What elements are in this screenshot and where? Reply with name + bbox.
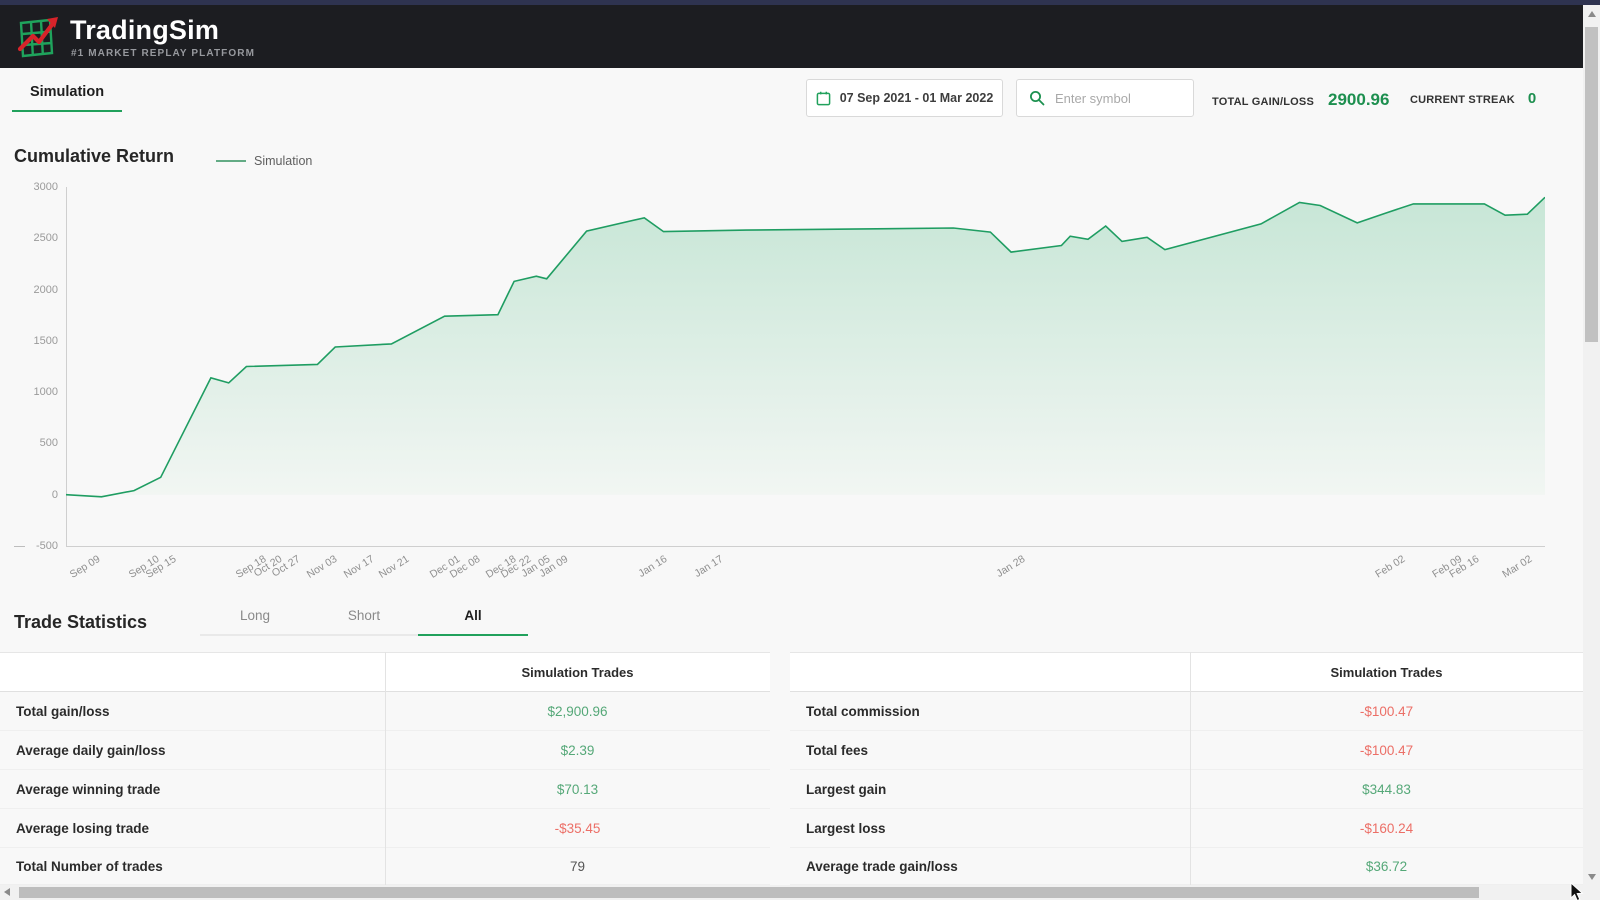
table-row-label: Largest loss	[790, 809, 1190, 848]
calendar-icon	[816, 91, 831, 106]
y-tick-label: 1500	[6, 335, 58, 347]
table-header: Simulation Trades	[385, 652, 770, 692]
table-row-value: $36.72	[1190, 848, 1583, 885]
tradingsim-logo-icon	[14, 13, 62, 61]
x-tick-label: Jan 28	[994, 553, 1027, 580]
table-row-value: -$160.24	[1190, 809, 1583, 848]
scroll-down-arrow-icon[interactable]	[1588, 874, 1596, 880]
current-streak-label: CURRENT STREAK	[1410, 94, 1515, 106]
date-range-picker[interactable]: 07 Sep 2021 - 01 Mar 2022	[806, 79, 1003, 117]
table-column-separator	[1190, 652, 1191, 885]
total-gain-value: 2900.96	[1328, 90, 1389, 110]
y-tick-label: 2500	[6, 232, 58, 244]
table-row-label: Total fees	[790, 731, 1190, 770]
table-column-separator	[385, 652, 386, 885]
x-tick-label: Nov 21	[377, 553, 412, 581]
x-tick-label: Nov 03	[305, 553, 340, 581]
scroll-up-arrow-icon[interactable]	[1588, 11, 1596, 17]
stats-tab-all[interactable]: All	[418, 608, 528, 634]
chart-legend: Simulation	[216, 154, 312, 168]
mouse-cursor	[1570, 882, 1584, 900]
table-row-value: -$100.47	[1190, 692, 1583, 731]
x-tick-label: Feb 02	[1373, 553, 1407, 581]
scrollbar-corner	[1583, 885, 1600, 900]
table-row-value: -$35.45	[385, 809, 770, 848]
table-header-blank	[790, 652, 1190, 692]
brand-name: TradingSim	[70, 15, 219, 46]
table-row-label: Average winning trade	[0, 770, 385, 809]
chart-title: Cumulative Return	[14, 146, 174, 167]
symbol-search-input[interactable]	[1055, 91, 1175, 106]
table-row-value: 79	[385, 848, 770, 885]
table-header-blank	[0, 652, 385, 692]
table-row-label: Largest gain	[790, 770, 1190, 809]
table-row-label: Total commission	[790, 692, 1190, 731]
table-row-label: Average losing trade	[0, 809, 385, 848]
total-gain-label: TOTAL GAIN/LOSS	[1212, 96, 1314, 108]
y-tick-label: 3000	[6, 181, 58, 193]
table-row-value: $2,900.96	[385, 692, 770, 731]
table-row-label: Total gain/loss	[0, 692, 385, 731]
brand-tagline: #1 MARKET REPLAY PLATFORM	[71, 48, 255, 59]
stats-tab-long[interactable]: Long	[200, 608, 310, 634]
tab-simulation[interactable]: Simulation	[12, 84, 122, 100]
x-tick-label: Jan 17	[692, 553, 725, 580]
y-tick-label: -500	[6, 540, 58, 552]
tab-simulation-underline	[12, 110, 122, 112]
y-tick-label: 0	[6, 489, 58, 501]
x-tick-label: Jan 16	[636, 553, 669, 580]
stats-tab-all-underline	[418, 634, 528, 636]
horizontal-scrollbar-thumb[interactable]	[19, 887, 1479, 898]
stats-title: Trade Statistics	[14, 612, 147, 633]
stats-tab-short[interactable]: Short	[310, 608, 418, 634]
table-row-value: -$100.47	[1190, 731, 1583, 770]
y-tick-label: 500	[6, 437, 58, 449]
vertical-scrollbar-thumb[interactable]	[1585, 27, 1598, 342]
y-tick-label: 1000	[6, 386, 58, 398]
search-icon	[1029, 90, 1045, 106]
legend-label: Simulation	[254, 154, 312, 168]
x-tick-label: Mar 02	[1500, 553, 1534, 580]
app-header: TradingSim #1 MARKET REPLAY PLATFORM	[0, 5, 1600, 68]
scroll-left-arrow-icon[interactable]	[4, 888, 10, 896]
cumulative-return-area-chart	[66, 187, 1545, 547]
x-tick-label: Sep 09	[68, 553, 103, 581]
current-streak-value: 0	[1528, 90, 1536, 107]
legend-line-swatch	[216, 160, 246, 162]
table-row-label: Average trade gain/loss	[790, 848, 1190, 885]
table-header: Simulation Trades	[1190, 652, 1583, 692]
y-tick-label: 2000	[6, 284, 58, 296]
horizontal-scrollbar[interactable]	[0, 885, 1583, 900]
symbol-search-box[interactable]	[1016, 79, 1194, 117]
table-row-value: $344.83	[1190, 770, 1583, 809]
table-row-value: $2.39	[385, 731, 770, 770]
x-tick-label: Nov 17	[342, 553, 377, 581]
table-row-label: Average daily gain/loss	[0, 731, 385, 770]
vertical-scrollbar[interactable]	[1583, 5, 1600, 885]
table-row-value: $70.13	[385, 770, 770, 809]
date-range-text: 07 Sep 2021 - 01 Mar 2022	[840, 91, 994, 105]
table-row-label: Total Number of trades	[0, 848, 385, 885]
